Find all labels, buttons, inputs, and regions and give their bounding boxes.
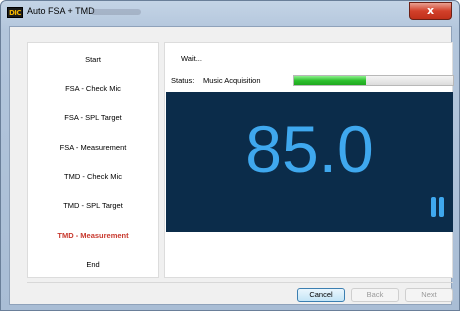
progress-bar xyxy=(293,75,454,86)
dialog-client-area: Start FSA - Check Mic FSA - SPL Target F… xyxy=(9,26,454,305)
window-title: Auto FSA + TMD xyxy=(27,6,95,16)
title-bar[interactable]: DIC Auto FSA + TMD x xyxy=(1,1,459,25)
measurement-panel: Wait... Status: Music Acquisition 85.0 xyxy=(164,42,454,278)
cancel-button[interactable]: Cancel xyxy=(297,288,345,302)
title-blur-decoration xyxy=(91,9,141,15)
pause-icon[interactable] xyxy=(431,197,445,217)
next-button[interactable]: Next xyxy=(405,288,453,302)
back-button[interactable]: Back xyxy=(351,288,399,302)
step-start: Start xyxy=(85,55,101,64)
wizard-steps-list: Start FSA - Check Mic FSA - SPL Target F… xyxy=(27,42,159,278)
status-row: Status: Music Acquisition xyxy=(165,73,454,91)
level-reading: 85.0 xyxy=(245,112,374,186)
status-value: Music Acquisition xyxy=(203,76,261,85)
step-end: End xyxy=(86,260,100,269)
step-fsa-check-mic: FSA - Check Mic xyxy=(65,84,121,93)
footer-divider xyxy=(27,282,453,283)
progress-fill xyxy=(294,76,366,85)
app-window: DIC Auto FSA + TMD x Start FSA - Check M… xyxy=(0,0,460,311)
step-tmd-measurement: TMD - Measurement xyxy=(57,231,129,240)
app-logo-icon: DIC xyxy=(7,7,23,18)
step-tmd-check-mic: TMD - Check Mic xyxy=(64,172,122,181)
step-fsa-spl-target: FSA - SPL Target xyxy=(64,113,122,122)
close-button[interactable]: x xyxy=(409,2,452,20)
step-tmd-spl-target: TMD - SPL Target xyxy=(63,201,123,210)
status-label: Status: xyxy=(171,76,195,85)
step-fsa-measurement: FSA - Measurement xyxy=(59,143,127,152)
wait-message: Wait... xyxy=(181,54,202,63)
level-display: 85.0 xyxy=(166,92,453,232)
